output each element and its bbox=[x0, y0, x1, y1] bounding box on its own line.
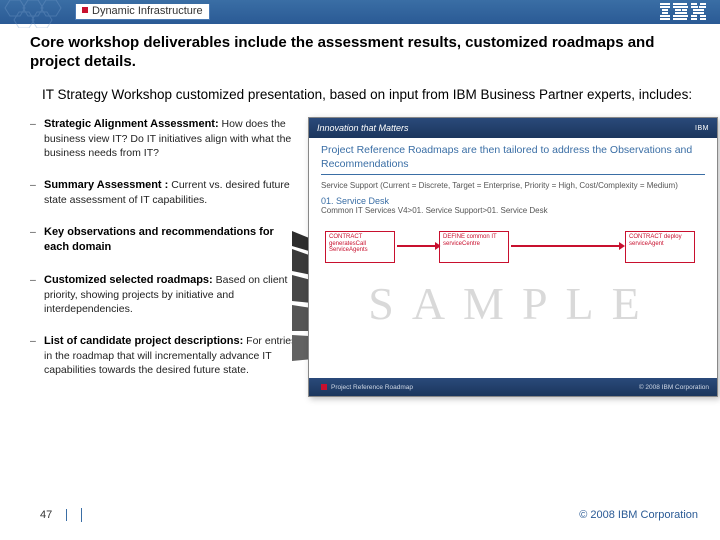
diagram-box: DEFINE common IT serviceCentre bbox=[439, 231, 509, 263]
slide-subtitle: IT Strategy Workshop customized presenta… bbox=[42, 86, 694, 104]
slide-header: Dynamic Infrastructure bbox=[0, 0, 720, 24]
sample-graphic: Innovation that Matters IBM Project Refe… bbox=[296, 117, 718, 397]
sample-footer: Project Reference Roadmap © 2008 IBM Cor… bbox=[309, 378, 717, 396]
list-item: Summary Assessment : Current vs. desired… bbox=[30, 178, 300, 207]
sample-meta: Service Support (Current = Discrete, Tar… bbox=[309, 175, 717, 192]
slide-body: Core workshop deliverables include the a… bbox=[0, 24, 720, 397]
sample-subtitle2: Common IT Services V4>01. Service Suppor… bbox=[309, 206, 717, 219]
slide-title: Core workshop deliverables include the a… bbox=[30, 34, 694, 72]
diagram-box: CONTRACT generatesCall ServiceAgents bbox=[325, 231, 395, 263]
bullet-list: Strategic Alignment Assessment: How does… bbox=[30, 117, 300, 395]
arrow-icon bbox=[511, 245, 619, 247]
copyright: © 2008 IBM Corporation bbox=[579, 509, 698, 521]
ibm-logo-icon bbox=[660, 3, 706, 26]
sample-footer-right: © 2008 IBM Corporation bbox=[639, 384, 709, 391]
list-item: Strategic Alignment Assessment: How does… bbox=[30, 117, 300, 160]
sample-diagram: CONTRACT generatesCall ServiceAgents DEF… bbox=[321, 225, 705, 370]
sample-header-tag: Innovation that Matters bbox=[317, 123, 409, 133]
sample-subtitle1: 01. Service Desk bbox=[309, 192, 717, 206]
sample-title-line2: Recommendations bbox=[309, 158, 717, 174]
brand-square-icon bbox=[82, 7, 88, 13]
list-item: Key observations and recommendations for… bbox=[30, 225, 300, 255]
sample-footer-left: Project Reference Roadmap bbox=[331, 384, 413, 391]
sample-header-logo: IBM bbox=[695, 125, 709, 132]
arrow-icon bbox=[397, 245, 435, 247]
diagram-box: CONTRACT deploy serviceAgent bbox=[625, 231, 695, 263]
brand-tag-text: Dynamic Infrastructure bbox=[92, 5, 203, 17]
list-item: Customized selected roadmaps: Based on c… bbox=[30, 273, 300, 316]
page-number: 47 bbox=[40, 509, 67, 521]
brand-tag: Dynamic Infrastructure bbox=[75, 4, 210, 20]
footer-divider bbox=[81, 508, 82, 522]
list-item: List of candidate project descriptions: … bbox=[30, 334, 300, 377]
footer-square-icon bbox=[321, 384, 327, 390]
sample-slide-thumbnail: Innovation that Matters IBM Project Refe… bbox=[308, 117, 718, 397]
slide-footer: 47 © 2008 IBM Corporation bbox=[0, 504, 720, 526]
sample-header: Innovation that Matters IBM bbox=[309, 118, 717, 138]
sample-title-line1: Project Reference Roadmaps are then tail… bbox=[309, 138, 717, 158]
